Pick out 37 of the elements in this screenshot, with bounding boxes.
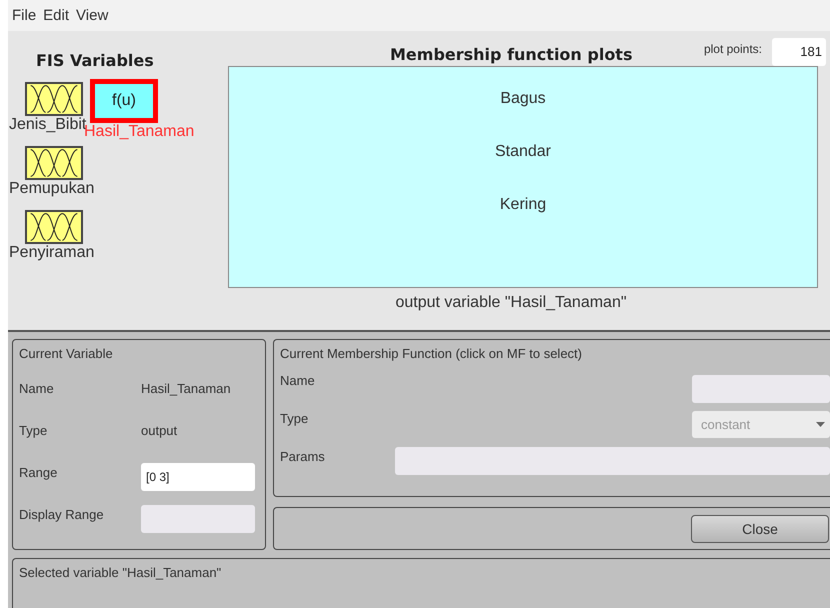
plot-points-label: plot points: (704, 42, 762, 56)
field-label: Range (19, 464, 58, 480)
variable-label: Penyiraman (9, 244, 94, 262)
input-variable-icon[interactable] (25, 210, 83, 244)
variable-label: Jenis_Bibit (9, 116, 86, 134)
mf-label[interactable]: Standar (494, 142, 552, 162)
mf-label[interactable]: Bagus (500, 89, 546, 108)
mf-label[interactable]: Kering (500, 195, 546, 214)
field-label: Name (19, 380, 55, 396)
status-message: Selected variable "Hasil_Tanaman" (12, 558, 830, 608)
panel-title: Current Variable (18, 345, 114, 363)
field-label: Name (280, 373, 315, 388)
field-value: Hasil_Tanaman (141, 380, 231, 396)
close-button[interactable]: Close (691, 514, 829, 542)
menu-item[interactable]: Edit (43, 7, 70, 24)
input-field[interactable]: [0 3] (141, 463, 255, 491)
field-value: output (141, 422, 178, 438)
input-variable-icon[interactable] (25, 82, 83, 116)
variable-label: Hasil_Tanaman (84, 123, 194, 142)
input-field[interactable] (692, 375, 830, 403)
field-label: Type (280, 411, 308, 426)
menu-item[interactable]: View (76, 7, 108, 24)
panel-title: Current Membership Function (click on MF to select) (279, 345, 583, 363)
input-variable-icon[interactable] (25, 146, 83, 180)
field-label: Display Range (19, 506, 105, 522)
plot-area[interactable]: Bagus Standar Kering (228, 66, 818, 288)
plot-points-field[interactable]: 181 (772, 38, 826, 66)
output-variable-icon[interactable]: f(u) (90, 79, 158, 124)
plot-caption: output variable "Hasil_Tanaman" (394, 294, 628, 312)
plot-title: Membership function plots (390, 45, 632, 64)
field-label: Params (280, 449, 325, 464)
menu-item[interactable]: File (12, 7, 36, 24)
variable-label: Pemupukan (9, 180, 94, 198)
section-title: FIS Variables (36, 51, 155, 70)
caret-icon (816, 422, 825, 427)
field-label: Type (19, 422, 48, 438)
input-field[interactable] (394, 447, 830, 475)
